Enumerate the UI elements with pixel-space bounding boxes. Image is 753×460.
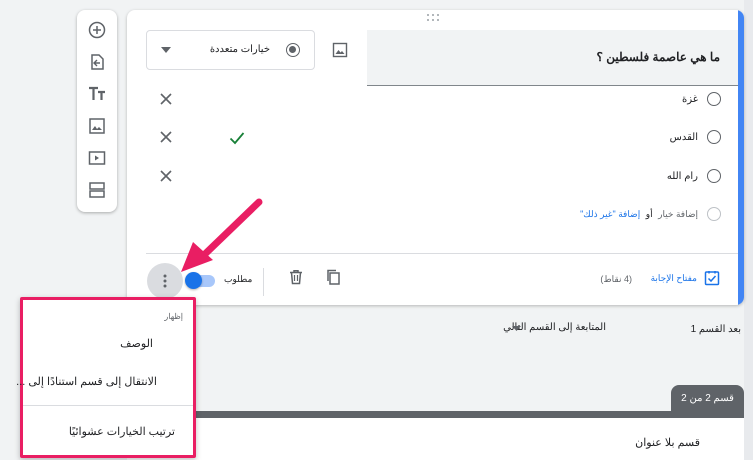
more-options-menu: إظهار الوصف الانتقال إلى قسم استنادًا إل… [16, 297, 196, 458]
option-label[interactable]: القدس [670, 132, 698, 143]
more-vert-icon [163, 274, 167, 288]
section-badge: قسم 2 من 2 [671, 385, 744, 411]
question-title: ما هي عاصمة فلسطين ؟ [596, 50, 720, 64]
add-section-icon[interactable] [85, 178, 109, 202]
section-card[interactable]: قسم بلا عنوان [127, 411, 744, 460]
add-title-icon[interactable] [85, 82, 109, 106]
question-title-field[interactable]: ما هي عاصمة فلسطين ؟ [367, 30, 738, 86]
dropdown-arrow-icon [161, 47, 171, 53]
add-option-link[interactable]: إضافة خيار [658, 209, 698, 219]
points-label: (4 نقاط) [600, 274, 632, 284]
menu-heading: إظهار [164, 312, 183, 321]
option-label[interactable]: غزة [682, 94, 698, 105]
remove-option-icon[interactable] [158, 129, 174, 145]
card-accent-bar [738, 10, 744, 305]
import-questions-icon[interactable] [85, 50, 109, 74]
after-section-label: بعد القسم 1 [690, 324, 741, 335]
dropdown-arrow-icon[interactable] [512, 326, 521, 331]
menu-divider [23, 405, 193, 406]
delete-icon[interactable] [288, 269, 304, 285]
question-type-select[interactable]: خيارات متعددة [146, 30, 315, 70]
add-option-row: إضافة خيار أو إضافة "غير ذلك" [580, 209, 698, 220]
radio-selected-icon [286, 43, 300, 57]
add-image-icon[interactable] [328, 38, 352, 62]
duplicate-icon[interactable] [325, 269, 341, 285]
add-option-radio [707, 207, 721, 221]
highlight-arrow-icon [181, 198, 263, 272]
option-radio[interactable] [707, 169, 721, 183]
menu-item-go-to-section[interactable]: الانتقال إلى قسم استنادًا إلى ... [16, 375, 157, 388]
option-radio[interactable] [707, 130, 721, 144]
menu-item-description[interactable]: الوصف [120, 337, 153, 350]
option-label[interactable]: رام الله [667, 171, 698, 182]
correct-answer-check-icon [229, 132, 245, 145]
add-other-link[interactable]: إضافة "غير ذلك" [580, 209, 640, 219]
scrollbar-track[interactable] [744, 0, 753, 460]
drag-handle-icon[interactable] [427, 14, 441, 22]
remove-option-icon[interactable] [158, 168, 174, 184]
or-label: أو [645, 209, 653, 219]
menu-item-shuffle-options[interactable]: ترتيب الخيارات عشوائيًا [69, 425, 175, 438]
add-question-icon[interactable] [85, 18, 109, 42]
floating-toolbar [77, 10, 117, 212]
answer-key-link[interactable]: مفتاح الإجابة [651, 273, 697, 284]
add-video-icon[interactable] [85, 146, 109, 170]
question-type-label: خيارات متعددة [209, 44, 270, 55]
section-title[interactable]: قسم بلا عنوان [635, 436, 700, 449]
remove-option-icon[interactable] [158, 91, 174, 107]
option-radio[interactable] [707, 92, 721, 106]
answer-key-icon[interactable] [704, 270, 720, 286]
add-image-icon[interactable] [85, 114, 109, 138]
